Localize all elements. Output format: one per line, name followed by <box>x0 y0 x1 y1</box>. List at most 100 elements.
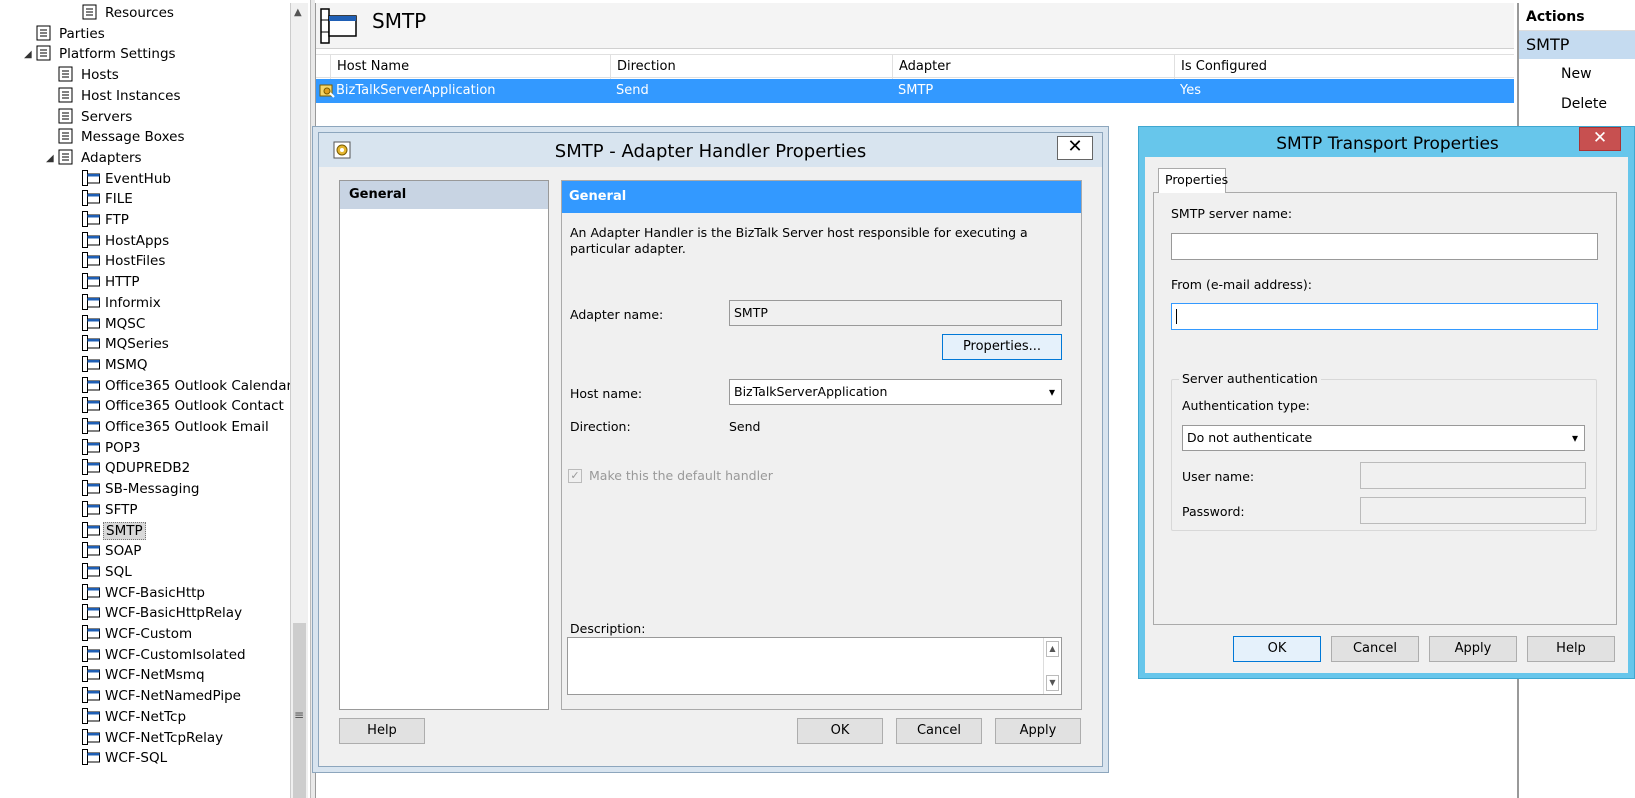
tree-item-sftp[interactable]: SFTP <box>82 500 139 521</box>
tree-item-label: SOAP <box>105 543 142 560</box>
scroll-down-icon[interactable]: ▼ <box>1046 675 1059 691</box>
tree-item-sql[interactable]: SQL <box>82 562 134 583</box>
tree-item-hostfiles[interactable]: HostFiles <box>82 251 167 272</box>
tree-item-eventhub[interactable]: EventHub <box>82 169 173 190</box>
smtp-server-input[interactable] <box>1171 233 1598 260</box>
tree-item-smtp[interactable]: SMTP <box>82 521 146 542</box>
grid-header: Host Name Direction Adapter Is Configure… <box>316 54 1514 79</box>
tree-item-wcf-nettcprelay[interactable]: WCF-NetTcpRelay <box>82 728 225 749</box>
action-delete[interactable]: Delete <box>1519 89 1635 119</box>
tree-item-mqseries[interactable]: MQSeries <box>82 334 171 355</box>
tree-item-servers[interactable]: Servers <box>58 107 134 128</box>
tree-item-office365-outlook-calendar[interactable]: Office365 Outlook Calendar <box>82 376 290 397</box>
host-name-label: Host name: <box>570 386 643 401</box>
tree-item-wcf-basichttp[interactable]: WCF-BasicHttp <box>82 583 207 604</box>
apply-button[interactable]: Apply <box>995 718 1081 744</box>
adapter-icon <box>82 604 100 621</box>
adapter-icon <box>82 252 100 269</box>
tree-item-hosts[interactable]: Hosts <box>58 65 121 86</box>
expand-toggle-icon[interactable]: ◢ <box>24 44 32 65</box>
col-host-name[interactable]: Host Name <box>330 55 624 79</box>
panel-title: General <box>562 181 1081 213</box>
tree-item-mqsc[interactable]: MQSC <box>82 314 147 335</box>
description-scrollbar[interactable]: ▲ ▼ <box>1043 638 1061 694</box>
tree-item-file[interactable]: FILE <box>82 189 135 210</box>
password-label: Password: <box>1182 504 1245 519</box>
tree-item-platform-settings[interactable]: ◢ Platform Settings <box>24 44 178 65</box>
direction-label: Direction: <box>570 419 631 434</box>
tree-item-office365-outlook-email[interactable]: Office365 Outlook Email <box>82 417 271 438</box>
tree-item-http[interactable]: HTTP <box>82 272 142 293</box>
tree-item-resources[interactable]: Resources <box>82 3 176 24</box>
dialog-titlebar[interactable]: SMTP - Adapter Handler Properties ✕ <box>319 133 1102 167</box>
tree-item-label: HTTP <box>105 274 140 291</box>
tree-item-qdupredb2[interactable]: QDUPREDB2 <box>82 458 192 479</box>
adapter-name-field[interactable]: SMTP <box>729 300 1062 326</box>
tree-item-pop3[interactable]: POP3 <box>82 438 143 459</box>
tree-item-hostapps[interactable]: HostApps <box>82 231 171 252</box>
adapter-icon <box>82 645 100 662</box>
tree-item-wcf-custom[interactable]: WCF-Custom <box>82 624 194 645</box>
tree-item-wcf-customisolated[interactable]: WCF-CustomIsolated <box>82 645 248 666</box>
help-button[interactable]: Help <box>339 718 425 744</box>
tree-item-office365-outlook-contact[interactable]: Office365 Outlook Contact <box>82 396 286 417</box>
tree-item-label: Office365 Outlook Contact <box>105 398 284 415</box>
parties-icon <box>36 25 54 41</box>
tree-item-ftp[interactable]: FTP <box>82 210 131 231</box>
default-handler-checkbox[interactable]: ✓ <box>568 469 582 483</box>
cancel-button[interactable]: Cancel <box>896 718 982 744</box>
tree-scrollbar[interactable]: ▲ ≡ <box>290 3 308 798</box>
description-textarea[interactable]: ▲ ▼ <box>567 637 1062 695</box>
action-new[interactable]: New <box>1519 59 1635 89</box>
tree-item-wcf-sql[interactable]: WCF-SQL <box>82 748 169 769</box>
tree-item-label: Informix <box>105 294 161 311</box>
tree-item-message-boxes[interactable]: Message Boxes <box>58 127 186 148</box>
dialog-body: Properties SMTP server name: From (e-mai… <box>1145 157 1628 673</box>
adapter-icon <box>82 459 100 476</box>
expand-toggle-icon[interactable]: ◢ <box>46 148 54 169</box>
tree-item-label: SB-Messaging <box>105 481 200 498</box>
scroll-up-icon[interactable]: ▲ <box>294 7 302 18</box>
tree-item-wcf-netnamedpipe[interactable]: WCF-NetNamedPipe <box>82 686 243 707</box>
tree-item-wcf-basichttprelay[interactable]: WCF-BasicHttpRelay <box>82 603 244 624</box>
adapter-icon <box>82 211 100 227</box>
table-row[interactable]: BizTalkServerApplication Send SMTP Yes <box>316 79 1514 103</box>
from-email-input[interactable] <box>1171 303 1598 330</box>
properties-button[interactable]: Properties... <box>942 334 1062 360</box>
scroll-up-icon[interactable]: ▲ <box>1046 641 1059 657</box>
col-direction[interactable]: Direction <box>610 55 892 79</box>
tree-item-label: WCF-BasicHttpRelay <box>105 605 243 622</box>
help-button[interactable]: Help <box>1527 636 1615 662</box>
close-button[interactable]: ✕ <box>1057 136 1093 160</box>
tree-item-soap[interactable]: SOAP <box>82 541 143 562</box>
apply-button[interactable]: Apply <box>1429 636 1517 662</box>
adapter-icon <box>82 687 100 704</box>
tree-item-wcf-nettcp[interactable]: WCF-NetTcp <box>82 707 188 728</box>
col-is-configured[interactable]: Is Configured <box>1174 55 1514 79</box>
actions-section-smtp[interactable]: SMTP <box>1519 31 1635 59</box>
tree-item-label: SMTP <box>103 521 146 540</box>
password-input[interactable] <box>1360 497 1586 524</box>
tree-item-parties[interactable]: Parties <box>36 24 107 45</box>
tree-item-informix[interactable]: Informix <box>82 293 163 314</box>
tree-item-label: WCF-NetTcp <box>105 708 187 725</box>
user-name-input[interactable] <box>1360 462 1586 489</box>
close-button[interactable]: ✕ <box>1579 127 1621 151</box>
tree-item-wcf-netmsmq[interactable]: WCF-NetMsmq <box>82 665 207 686</box>
ok-button[interactable]: OK <box>1233 636 1321 662</box>
auth-type-select[interactable]: Do not authenticate ▾ <box>1182 425 1585 451</box>
tree-item-sb-messaging[interactable]: SB-Messaging <box>82 479 201 500</box>
tab-properties[interactable]: Properties <box>1158 168 1228 193</box>
host-name-select[interactable]: BizTalkServerApplication ▾ <box>729 379 1062 405</box>
adapter-icon <box>82 335 100 352</box>
ok-button[interactable]: OK <box>797 718 883 744</box>
tree-item-label: SQL <box>105 563 132 580</box>
tree-item-msmq[interactable]: MSMQ <box>82 355 150 376</box>
cancel-button[interactable]: Cancel <box>1331 636 1419 662</box>
tree-item-label: FILE <box>105 191 133 208</box>
col-adapter[interactable]: Adapter <box>892 55 1174 79</box>
tree-item-adapters[interactable]: ◢ Adapters <box>46 148 144 169</box>
nav-item-general[interactable]: General <box>340 181 548 209</box>
tree-item-label: Parties <box>59 25 105 42</box>
tree-item-host-instances[interactable]: Host Instances <box>58 86 182 107</box>
